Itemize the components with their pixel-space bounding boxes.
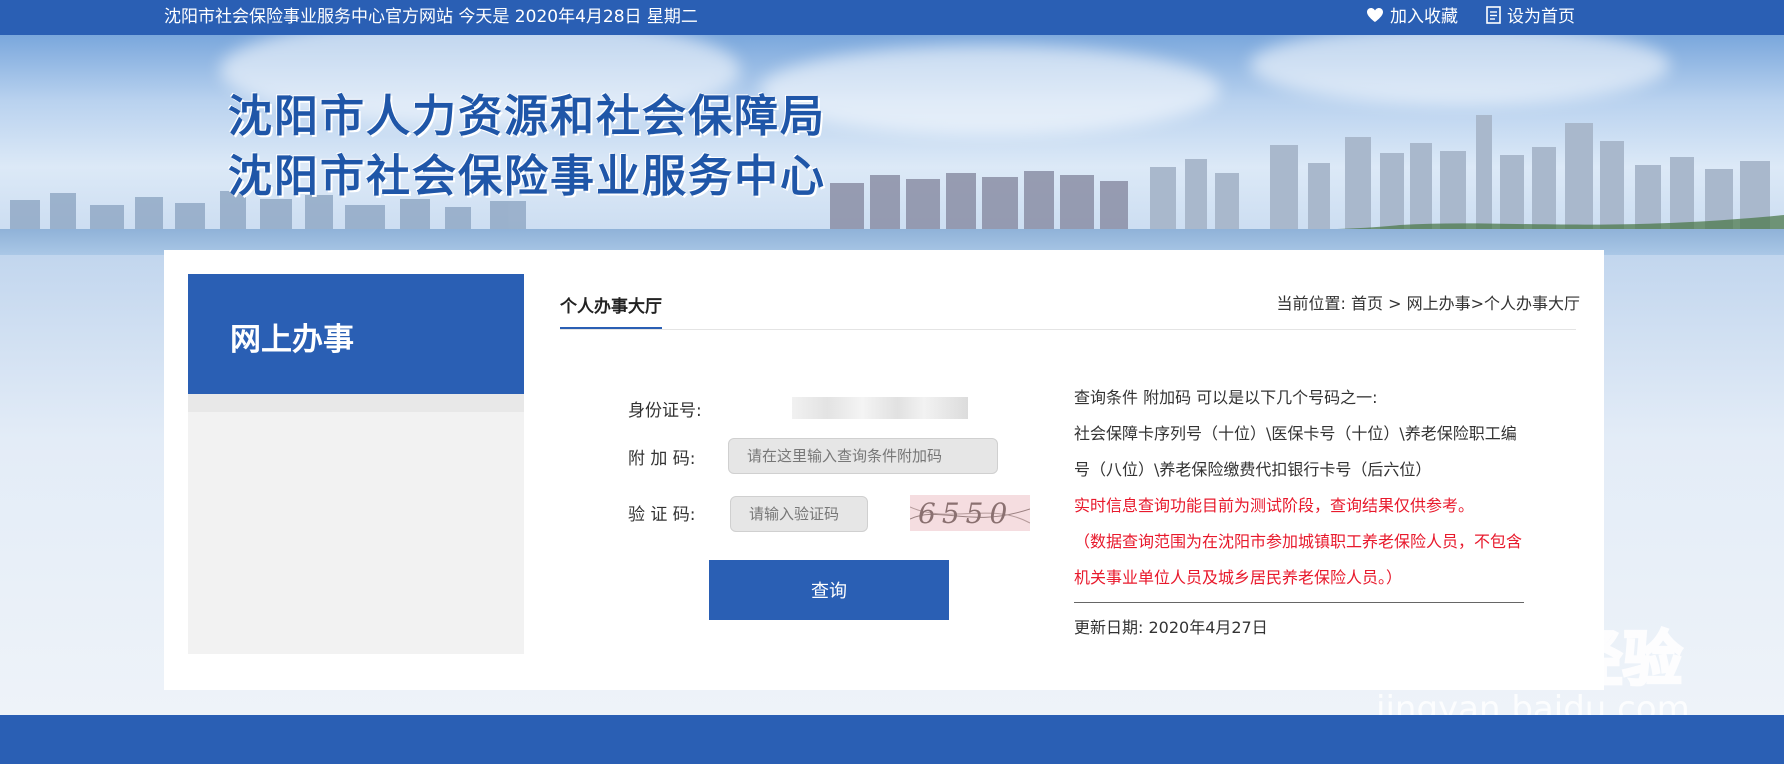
info-notice: 实时信息查询功能目前为测试阶段，查询结果仅供参考。 <box>1074 496 1475 515</box>
breadcrumb-home-link[interactable]: 首页 <box>1351 294 1383 313</box>
heart-icon <box>1367 7 1383 22</box>
site-date-info: 沈阳市社会保险事业服务中心官方网站 今天是 2020年4月28日 星期二 <box>164 7 698 27</box>
update-date: 更新日期: 2020年4月27日 <box>1074 618 1268 637</box>
sidebar-menu <box>188 394 524 654</box>
info-line1: 查询条件 附加码 可以是以下几个号码之一: <box>1074 388 1378 407</box>
id-number-label: 身份证号: <box>628 401 702 421</box>
query-info: 查询条件 附加码 可以是以下几个号码之一: 社会保障卡序列号（十位）\医保卡号（… <box>1074 380 1524 596</box>
id-number-value-masked <box>792 397 968 419</box>
extra-code-label: 附 加 码: <box>628 449 696 469</box>
breadcrumb-prefix: 当前位置: <box>1276 294 1346 313</box>
main-panel: 网上办事 个人办事大厅 当前位置: 首页 > 网上办事>个人办事大厅 身份证号:… <box>164 250 1604 690</box>
document-icon <box>1486 5 1501 24</box>
query-button[interactable]: 查询 <box>709 560 949 620</box>
footer-bar <box>0 715 1784 764</box>
breadcrumb: 当前位置: 首页 > 网上办事>个人办事大厅 <box>1276 290 1580 314</box>
info-divider <box>1074 602 1524 603</box>
breadcrumb-separator: > <box>1388 294 1402 313</box>
tab-personal-hall[interactable]: 个人办事大厅 <box>560 292 662 330</box>
breadcrumb-separator: > <box>1470 294 1484 313</box>
captcha-text: 6550 <box>918 497 1014 530</box>
top-bar: 沈阳市社会保险事业服务中心官方网站 今天是 2020年4月28日 星期二 加入收… <box>0 0 1784 35</box>
captcha-input[interactable] <box>730 496 868 532</box>
banner-title-line1: 沈阳市人力资源和社会保障局 <box>228 91 826 142</box>
captcha-label: 验 证 码: <box>628 505 696 525</box>
set-homepage-link[interactable]: 设为首页 <box>1486 2 1575 27</box>
breadcrumb-current: 个人办事大厅 <box>1483 294 1580 313</box>
sidebar-title: 网上办事 <box>230 322 354 358</box>
add-bookmark-label: 加入收藏 <box>1390 7 1458 27</box>
set-homepage-label: 设为首页 <box>1507 7 1575 27</box>
header-banner: 沈阳市人力资源和社会保障局 沈阳市社会保险事业服务中心 <box>0 35 1784 255</box>
banner-title: 沈阳市人力资源和社会保障局 沈阳市社会保险事业服务中心 <box>228 87 826 207</box>
banner-title-line2: 沈阳市社会保险事业服务中心 <box>228 151 826 202</box>
captcha-image[interactable]: 6550 <box>910 495 1030 531</box>
add-bookmark-link[interactable]: 加入收藏 <box>1366 2 1458 27</box>
info-scope: （数据查询范围为在沈阳市参加城镇职工养老保险人员，不包含机关事业单位人员及城乡居… <box>1074 532 1523 587</box>
tab-divider <box>560 329 1576 330</box>
breadcrumb-section-link[interactable]: 网上办事 <box>1407 294 1471 313</box>
top-actions: 加入收藏 设为首页 <box>1366 2 1575 27</box>
sidebar-header: 网上办事 <box>188 274 524 394</box>
info-line2: 社会保障卡序列号（十位）\医保卡号（十位）\养老保险职工编号（八位）\养老保险缴… <box>1074 424 1517 479</box>
extra-code-input[interactable] <box>728 438 998 474</box>
